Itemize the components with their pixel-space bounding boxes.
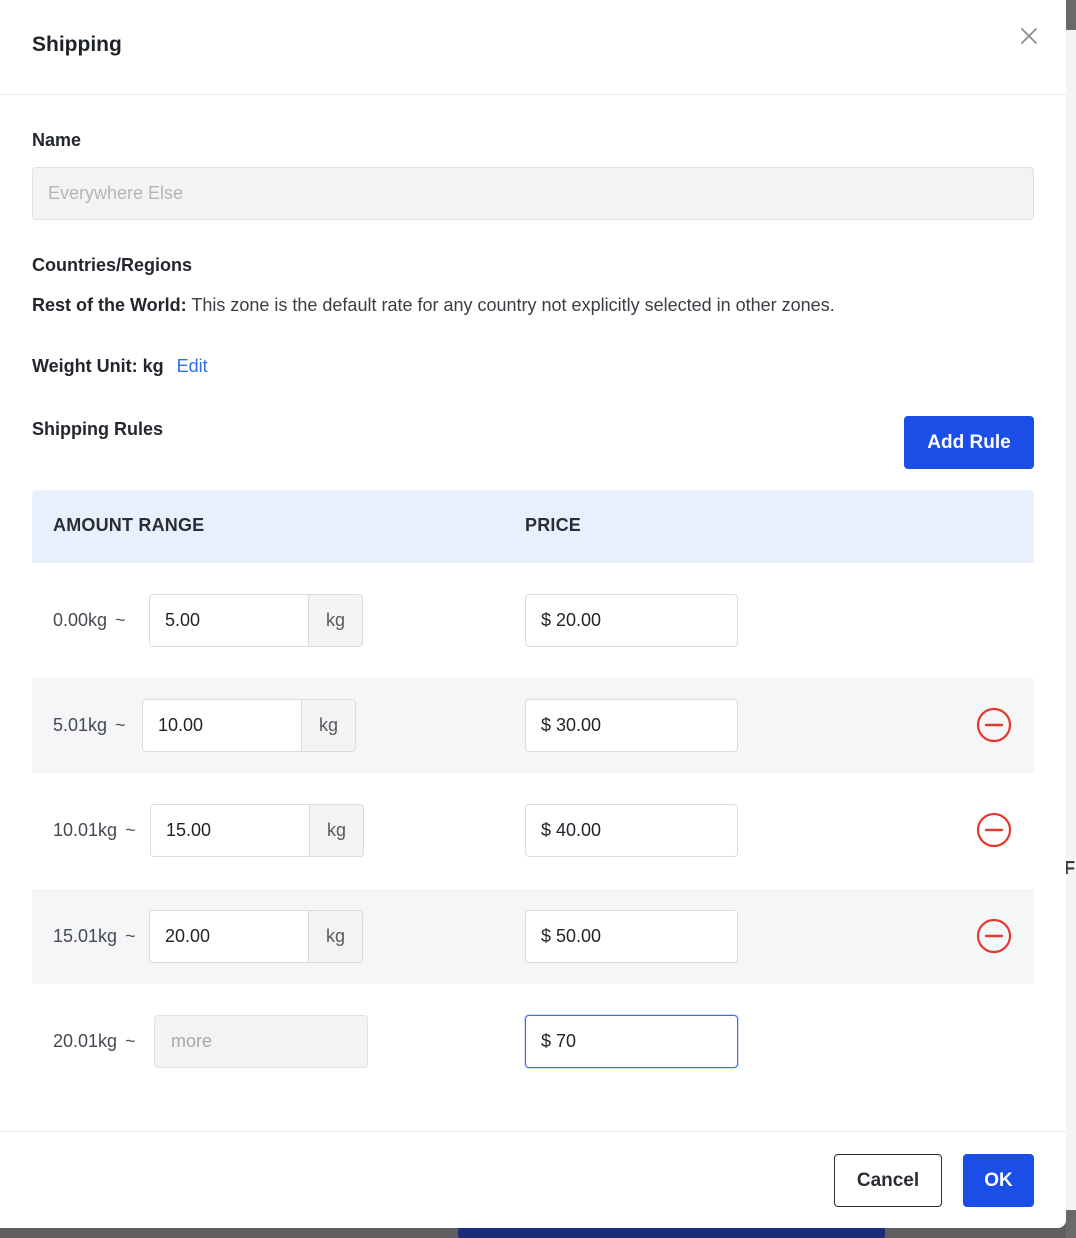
- range-to-group: kg: [150, 804, 364, 857]
- currency-symbol: $: [541, 610, 552, 630]
- table-row: 10.01kg ~ kg $: [32, 783, 1034, 878]
- range-to-input[interactable]: [143, 700, 301, 751]
- table-row: 0.00kg ~ kg $: [32, 573, 1034, 668]
- currency-symbol: $: [541, 820, 552, 840]
- price-field: $: [525, 594, 738, 647]
- regions-label: Countries/Regions: [32, 255, 193, 275]
- range-tilde: ~: [115, 610, 126, 630]
- price-field: $: [525, 804, 738, 857]
- name-input[interactable]: [32, 167, 1034, 220]
- range-from-value: 0.00kg: [53, 610, 108, 630]
- range-from: 20.01kg ~: [53, 994, 136, 1089]
- range-to-group: kg: [142, 699, 356, 752]
- regions-description: Rest of the World: This zone is the defa…: [32, 295, 835, 316]
- range-to-group: kg: [149, 910, 363, 963]
- range-tilde: ~: [125, 820, 136, 840]
- currency-symbol: $: [541, 715, 552, 735]
- price-input[interactable]: [556, 1031, 707, 1052]
- range-to-input[interactable]: [151, 805, 309, 856]
- range-from: 0.00kg ~: [53, 573, 126, 668]
- weight-unit-row: Weight Unit: kg Edit: [32, 356, 208, 377]
- regions-desc-text: This zone is the default rate for any co…: [186, 295, 835, 315]
- minus-circle-icon: [976, 918, 1012, 954]
- table-row: 20.01kg ~ $: [32, 994, 1034, 1089]
- range-tilde: ~: [115, 715, 126, 735]
- price-field: $: [525, 1015, 738, 1068]
- range-to-more-input[interactable]: [154, 1015, 368, 1068]
- price-input[interactable]: [556, 610, 707, 631]
- unit-addon: kg: [308, 595, 362, 646]
- column-header-price: PRICE: [525, 515, 582, 535]
- remove-rule-button[interactable]: [976, 812, 1012, 848]
- price-field: $: [525, 699, 738, 752]
- range-from-value: 20.01kg: [53, 1031, 118, 1051]
- unit-addon: kg: [309, 805, 363, 856]
- ok-button[interactable]: OK: [963, 1154, 1034, 1207]
- add-rule-button[interactable]: Add Rule: [904, 416, 1034, 469]
- column-header-amount-range: AMOUNT RANGE: [53, 515, 205, 535]
- shipping-modal: Shipping Name Countries/Regions Rest of …: [0, 0, 1066, 1228]
- backdrop-button: [458, 1228, 885, 1238]
- range-from-value: 15.01kg: [53, 926, 118, 946]
- currency-symbol: $: [541, 1031, 552, 1051]
- modal-footer: Cancel OK: [0, 1131, 1066, 1228]
- table-row: 15.01kg ~ kg $: [32, 889, 1034, 984]
- minus-circle-icon: [976, 812, 1012, 848]
- range-from: 5.01kg ~: [53, 678, 126, 773]
- range-to-group: kg: [149, 594, 363, 647]
- price-input[interactable]: [556, 820, 707, 841]
- cancel-button[interactable]: Cancel: [834, 1154, 942, 1207]
- name-label: Name: [32, 130, 82, 150]
- modal-header: Shipping: [0, 0, 1066, 95]
- close-icon: [1021, 28, 1037, 44]
- price-input[interactable]: [556, 926, 707, 947]
- unit-addon: kg: [301, 700, 355, 751]
- rules-table-header: AMOUNT RANGE PRICE: [32, 490, 1034, 563]
- range-from: 10.01kg ~: [53, 783, 136, 878]
- remove-rule-button[interactable]: [976, 707, 1012, 743]
- remove-rule-button[interactable]: [976, 918, 1012, 954]
- range-to-input[interactable]: [150, 911, 308, 962]
- unit-addon: kg: [308, 911, 362, 962]
- range-tilde: ~: [125, 926, 136, 946]
- price-field: $: [525, 910, 738, 963]
- table-row: 5.01kg ~ kg $: [32, 678, 1034, 773]
- minus-circle-icon: [976, 707, 1012, 743]
- range-to-input[interactable]: [150, 595, 308, 646]
- shipping-rules-label: Shipping Rules: [32, 419, 164, 439]
- edit-weight-unit-link[interactable]: Edit: [177, 356, 208, 376]
- price-input[interactable]: [556, 715, 707, 736]
- range-from-value: 10.01kg: [53, 820, 118, 840]
- regions-desc-bold: Rest of the World:: [32, 295, 187, 315]
- modal-title: Shipping: [32, 33, 122, 56]
- backdrop-edge: [1066, 0, 1076, 1238]
- range-from: 15.01kg ~: [53, 889, 136, 984]
- backdrop-page: [1066, 30, 1076, 1210]
- weight-unit-label: Weight Unit: kg: [32, 356, 164, 376]
- currency-symbol: $: [541, 926, 552, 946]
- range-from-value: 5.01kg: [53, 715, 108, 735]
- close-button[interactable]: [1014, 22, 1044, 50]
- range-tilde: ~: [125, 1031, 136, 1051]
